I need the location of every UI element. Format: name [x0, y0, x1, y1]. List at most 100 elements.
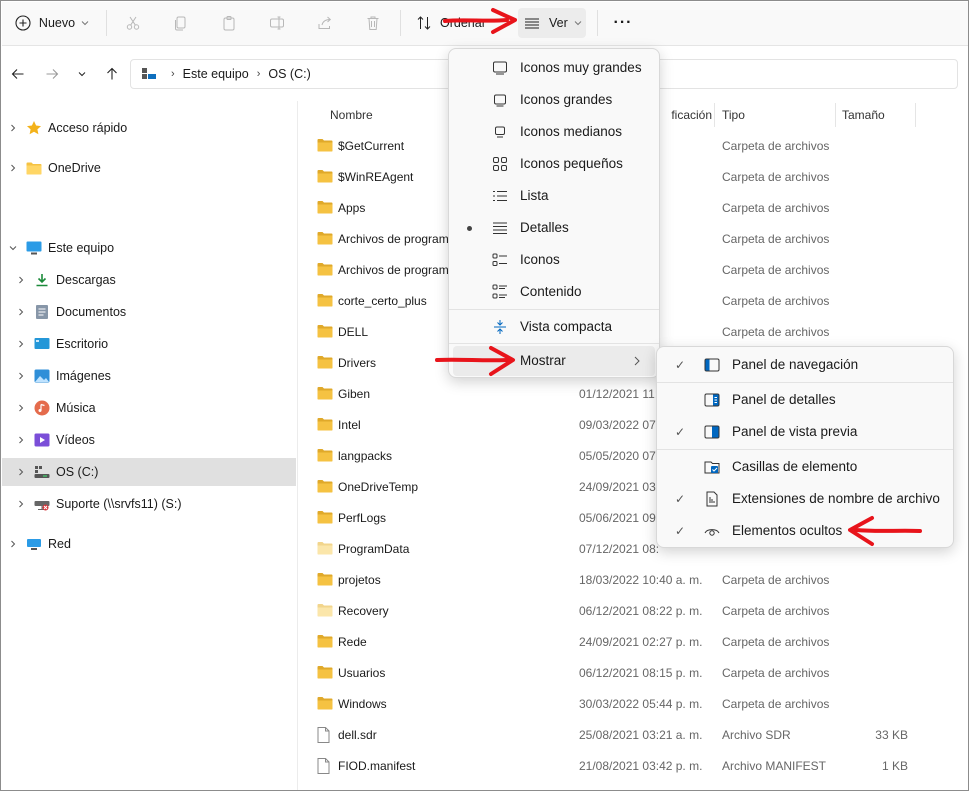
folder-icon: [317, 293, 333, 307]
monitor-icon: [26, 240, 42, 256]
rename-button[interactable]: [262, 8, 292, 38]
forward-button[interactable]: [40, 62, 64, 86]
menu-item-compact-view[interactable]: Vista compacta: [453, 312, 655, 342]
table-row[interactable]: Windows 30/03/2022 05:44 p. m. Carpeta de …: [299, 689, 968, 720]
delete-button[interactable]: [358, 8, 388, 38]
menu-item-item-checkboxes[interactable]: Casillas de elemento: [661, 452, 949, 482]
small-icons-icon: [491, 156, 509, 172]
menu-item-details-pane[interactable]: Panel de detalles: [661, 385, 949, 415]
cut-button[interactable]: [118, 8, 148, 38]
file-date: 05/06/2021 09:: [579, 511, 660, 525]
chevron-down-icon[interactable]: [8, 243, 18, 253]
chevron-right-icon[interactable]: [16, 403, 26, 413]
sidebar-item-downloads[interactable]: Descargas: [2, 266, 296, 294]
menu-item-medium-icons[interactable]: Iconos medianos: [453, 117, 655, 147]
column-divider[interactable]: [835, 103, 836, 127]
sidebar-item-videos[interactable]: Vídeos: [2, 426, 296, 454]
new-button[interactable]: Nuevo: [10, 8, 94, 38]
file-name: Recovery: [338, 604, 389, 618]
view-button[interactable]: Ver: [518, 8, 586, 38]
file-icon: [317, 727, 333, 743]
chevron-right-icon[interactable]: [8, 123, 18, 133]
view-button-label: Ver: [549, 16, 568, 30]
sidebar-item-desktop[interactable]: Escritorio: [2, 330, 296, 358]
eye-icon: [703, 523, 721, 539]
table-row[interactable]: FIOD.manifest 21/08/2021 03:42 p. m. Archi…: [299, 751, 968, 782]
chevron-right-icon[interactable]: [16, 275, 26, 285]
file-date: 01/12/2021 11:4: [579, 387, 665, 401]
menu-item-list[interactable]: Lista: [453, 181, 655, 211]
sidebar-item-os-c[interactable]: OS (C:): [2, 458, 296, 486]
column-header-size[interactable]: Tamaño: [842, 101, 885, 129]
sidebar-item-documents[interactable]: Documentos: [2, 298, 296, 326]
chevron-right-icon[interactable]: [8, 163, 18, 173]
checkmark-icon: ✓: [675, 524, 686, 538]
back-button[interactable]: [6, 62, 30, 86]
menu-item-file-extensions[interactable]: ✓ Extensiones de nombre de archivo: [661, 484, 949, 514]
table-row[interactable]: Rede 24/09/2021 02:27 p. m. Carpeta de arc…: [299, 627, 968, 658]
preview-pane-icon: [703, 424, 721, 440]
chevron-right-icon[interactable]: [16, 339, 26, 349]
more-options-button[interactable]: ···: [607, 8, 639, 38]
sidebar-item-onedrive[interactable]: OneDrive: [2, 154, 296, 182]
chevron-right-icon[interactable]: [16, 435, 26, 445]
column-divider[interactable]: [915, 103, 916, 127]
up-button[interactable]: [100, 62, 124, 86]
details-icon: [491, 220, 509, 236]
file-type: Archivo SDR: [722, 728, 791, 742]
menu-item-preview-pane[interactable]: ✓ Panel de vista previa: [661, 417, 949, 447]
menu-item-label: Panel de navegación: [732, 357, 859, 372]
sidebar-item-label: Música: [56, 401, 96, 415]
menu-item-small-icons[interactable]: Iconos pequeños: [453, 149, 655, 179]
menu-item-content[interactable]: Contenido: [453, 277, 655, 307]
chevron-right-icon: [634, 356, 640, 366]
paste-button[interactable]: [214, 8, 244, 38]
table-row[interactable]: projetos 18/03/2022 10:40 a. m. Carpeta de…: [299, 565, 968, 596]
chevron-right-icon[interactable]: [16, 467, 26, 477]
breadcrumb-este-equipo[interactable]: Este equipo: [183, 67, 249, 81]
breadcrumb-os-c[interactable]: OS (C:): [268, 67, 310, 81]
file-name: Giben: [338, 387, 371, 401]
sidebar-item-label: Descargas: [56, 273, 116, 287]
chevron-right-icon[interactable]: [16, 499, 26, 509]
menu-item-details[interactable]: Detalles: [453, 213, 655, 243]
column-divider[interactable]: [714, 103, 715, 127]
file-name: Intel: [338, 418, 361, 432]
table-row[interactable]: dell.sdr 25/08/2021 03:21 a. m. Archivo SD…: [299, 720, 968, 751]
monitor-xl-icon: [491, 60, 509, 76]
file-name: Archivos de program: [338, 263, 449, 277]
sidebar-item-pictures[interactable]: Imágenes: [2, 362, 296, 390]
table-row[interactable]: Recovery 06/12/2021 08:22 p. m. Carpeta de…: [299, 596, 968, 627]
breadcrumb-chevron-icon: ›: [256, 68, 261, 80]
share-button[interactable]: [310, 8, 340, 38]
sidebar-item-music[interactable]: Música: [2, 394, 296, 422]
table-row[interactable]: Usuarios 06/12/2021 08:15 p. m. Carpeta de…: [299, 658, 968, 689]
file-name: langpacks: [338, 449, 393, 463]
column-header-type[interactable]: Tipo: [722, 101, 745, 129]
sidebar-item-network[interactable]: Red: [2, 530, 296, 558]
chevron-right-icon[interactable]: [16, 371, 26, 381]
menu-item-navigation-pane[interactable]: ✓ Panel de navegación: [661, 350, 949, 380]
menu-item-tiles[interactable]: Iconos: [453, 245, 655, 275]
file-type: Carpeta de archivos: [722, 263, 830, 277]
document-icon: [34, 304, 50, 320]
file-date: 24/09/2021 02:27 p. m.: [579, 635, 703, 649]
sidebar-item-this-pc[interactable]: Este equipo: [2, 234, 296, 262]
menu-item-extra-large-icons[interactable]: Iconos muy grandes: [453, 53, 655, 83]
menu-item-large-icons[interactable]: Iconos grandes: [453, 85, 655, 115]
column-header-name[interactable]: Nombre: [330, 101, 373, 129]
folder-icon: [317, 479, 333, 493]
folder-icon: [26, 160, 42, 176]
chevron-right-icon[interactable]: [16, 307, 26, 317]
sidebar-item-quick-access[interactable]: Acceso rápido: [2, 114, 296, 142]
file-type: Archivo MANIFEST: [722, 759, 827, 773]
column-header-date[interactable]: ficación: [652, 101, 712, 129]
sidebar-item-network-drive[interactable]: Suporte (\\srvfs11) (S:): [2, 490, 296, 518]
clipboard-icon: [223, 16, 235, 31]
recent-locations-button[interactable]: [70, 62, 94, 86]
file-date: 30/03/2022 05:44 p. m.: [579, 697, 703, 711]
network-icon: [26, 536, 42, 552]
chevron-right-icon[interactable]: [8, 539, 18, 549]
folder-icon: [317, 665, 333, 679]
copy-button[interactable]: [166, 8, 196, 38]
